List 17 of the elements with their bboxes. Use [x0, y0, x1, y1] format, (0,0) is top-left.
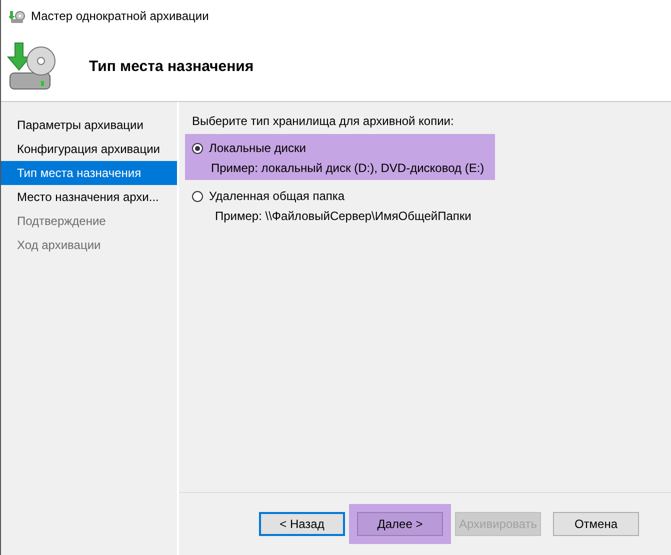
sidebar-item[interactable]: Тип места назначения	[1, 161, 177, 185]
backup-icon	[9, 8, 25, 24]
sidebar-item[interactable]: Параметры архивации	[1, 113, 177, 137]
example-text: Пример: \\ФайловыйСервер\ИмяОбщейПапки	[214, 209, 472, 223]
wizard-button[interactable]: Отмена	[553, 512, 639, 536]
prompt-text: Выберите тип хранилища для архивной копии:	[191, 114, 455, 130]
sidebar-item[interactable]: Конфигурация архивации	[1, 137, 177, 161]
sidebar-item[interactable]: Место назначения архи...	[1, 185, 177, 209]
wizard-button[interactable]: < Назад	[259, 512, 345, 536]
radio-button[interactable]	[192, 190, 203, 202]
wizard-button[interactable]: Далее >	[357, 512, 443, 536]
example-text: Пример: локальный диск (D:), DVD-дисковод (E:)	[210, 161, 486, 175]
window-title: Мастер однократной архивации	[31, 9, 209, 23]
radio-label[interactable]: Удаленная общая папка	[209, 189, 345, 203]
page-title: Тип места назначения	[89, 58, 254, 75]
radio-button[interactable]	[192, 142, 203, 154]
radio-label[interactable]: Локальные диски	[209, 141, 306, 155]
